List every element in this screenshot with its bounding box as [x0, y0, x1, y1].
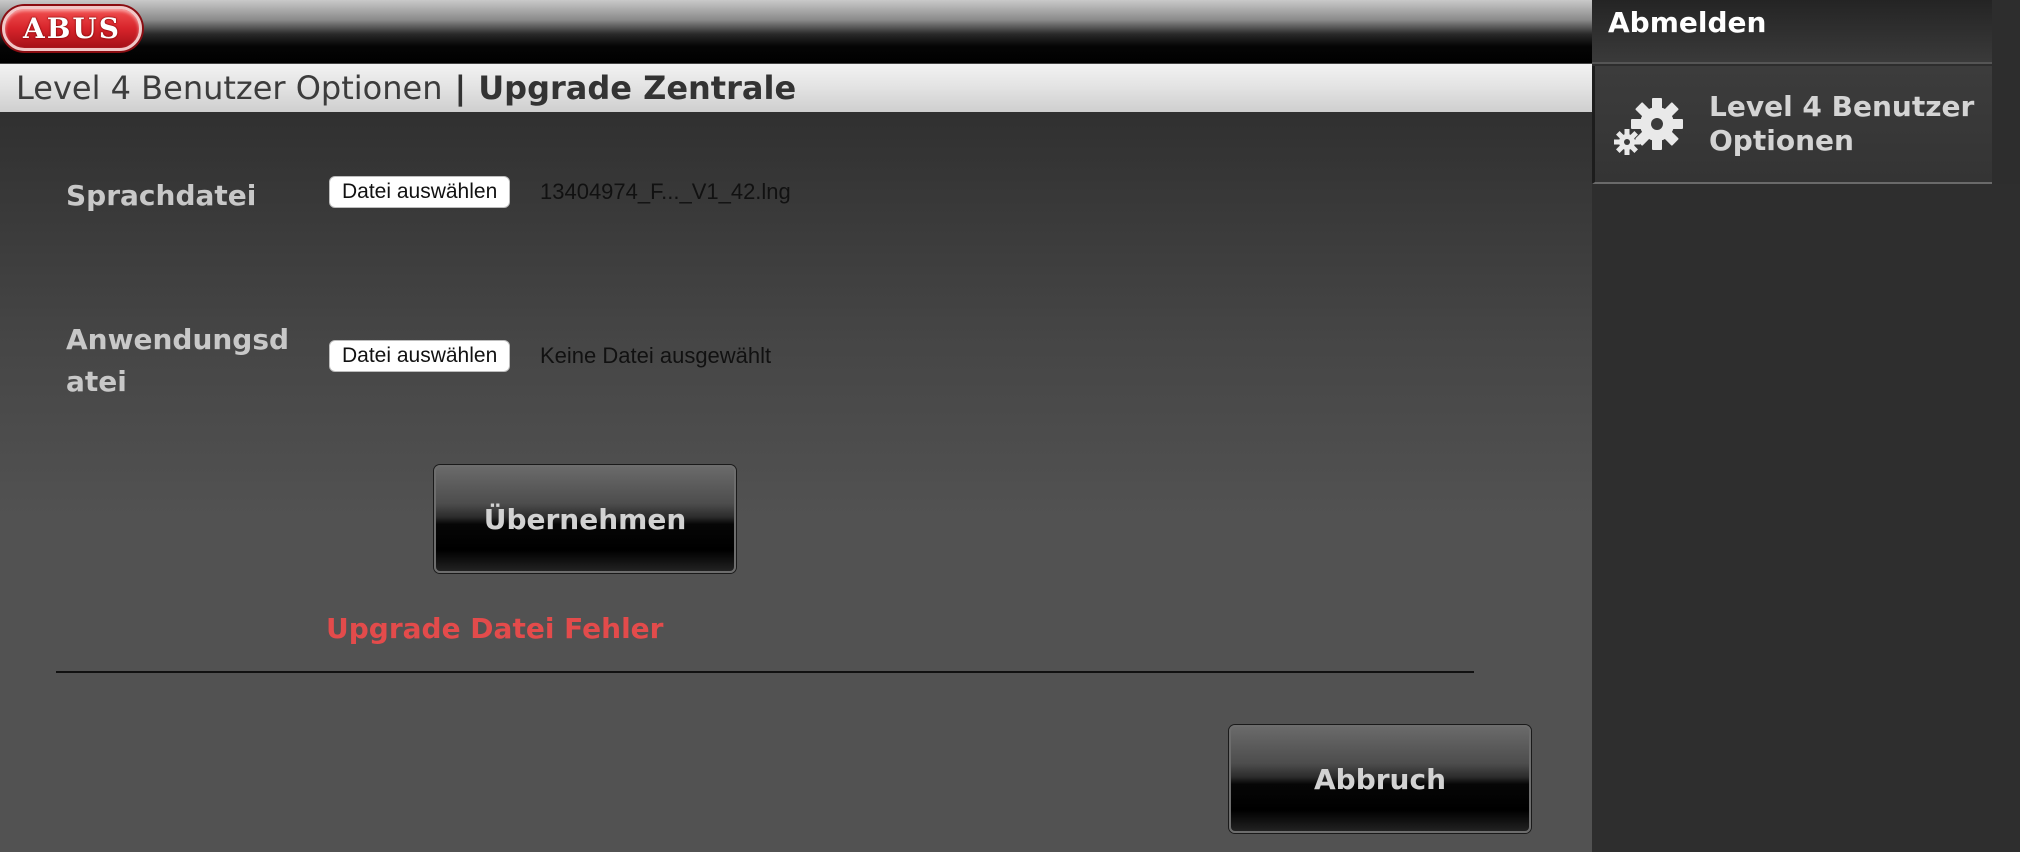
logo-text: ABUS	[22, 12, 122, 45]
page-title: Upgrade Zentrale	[478, 69, 797, 107]
language-file-name: 13404974_F..._V1_42.lng	[540, 179, 791, 204]
header-bar: ABUS	[0, 0, 1592, 64]
application-file-label: Anwendungsd atei	[66, 319, 289, 403]
divider	[56, 671, 1474, 673]
breadcrumb-parent: Level 4 Benutzer Optionen	[16, 69, 443, 107]
sidebar-item-level4-user-options[interactable]: Level 4 Benutzer Optionen	[1592, 66, 1992, 184]
cancel-button[interactable]: Abbruch	[1229, 725, 1531, 833]
error-message: Upgrade Datei Fehler	[326, 612, 664, 645]
application-file-label-line1: Anwendungsd	[66, 323, 290, 356]
abus-logo: ABUS	[2, 6, 142, 51]
sidebar-item-label: Level 4 Benutzer Optionen	[1709, 90, 1975, 157]
gears-icon	[1613, 96, 1689, 160]
apply-button[interactable]: Übernehmen	[434, 465, 736, 573]
right-sidebar: Abmelden Level 4 Benutzer Optionen	[1592, 0, 2020, 852]
language-file-choose-button[interactable]: Datei auswählen	[329, 176, 511, 208]
application-file-choose-button[interactable]: Datei auswählen	[329, 340, 511, 372]
main-content: Sprachdatei Datei auswählen 13404974_F..…	[0, 112, 1592, 852]
application-file-name: Keine Datei ausgewählt	[540, 343, 772, 368]
application-file-label-line2: atei	[66, 365, 127, 398]
sidebar-empty-area	[1592, 184, 2020, 852]
breadcrumb: Level 4 Benutzer Optionen | Upgrade Zent…	[0, 64, 1592, 112]
breadcrumb-separator: |	[454, 69, 467, 107]
language-file-label: Sprachdatei	[66, 179, 257, 212]
logout-button[interactable]: Abmelden	[1592, 0, 1992, 64]
